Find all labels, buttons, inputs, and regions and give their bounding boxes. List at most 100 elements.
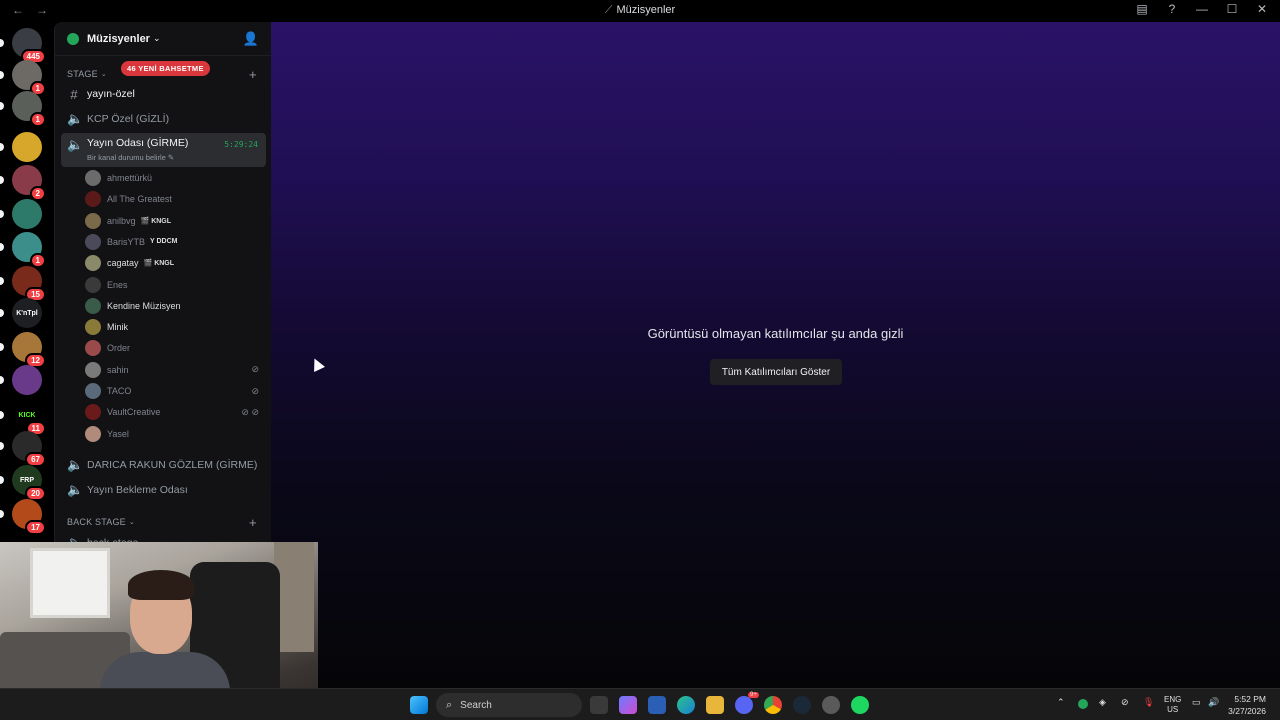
chevron-up-icon[interactable]: ⌃: [1057, 697, 1065, 708]
channel-back-stage[interactable]: 🔈 back-stage: [61, 532, 266, 542]
voice-user-name: Minik: [107, 322, 129, 333]
taskbar: ⌕ Search 9+ ⌃ ◈ ⊘ 🎙 ENG US ▭ 🔊 5:52 PM 3…: [0, 688, 1280, 720]
server-icon[interactable]: 67: [12, 431, 46, 467]
file-explorer-icon[interactable]: [706, 696, 724, 714]
language-indicator[interactable]: ENG US: [1164, 695, 1181, 715]
category-back-stage[interactable]: BACK STAGE ⌄ +: [67, 515, 257, 530]
taskbar-clock[interactable]: 5:52 PM 3/27/2026: [1228, 693, 1266, 717]
channel-yayin-ozel[interactable]: # yayın-özel: [61, 83, 266, 105]
guild-header[interactable]: Müzisyenler ⌄ 👤: [55, 22, 271, 56]
hash-icon: #: [70, 86, 78, 102]
voice-user[interactable]: All The Greatest: [85, 189, 265, 209]
server-icon[interactable]: [12, 365, 42, 395]
voice-user-name: Order: [107, 343, 131, 354]
spotify-icon[interactable]: [851, 696, 869, 714]
voice-user[interactable]: Enes: [85, 275, 265, 295]
help-icon[interactable]: ?: [1164, 2, 1180, 16]
clan-tag: 🎬 KNGL: [140, 217, 172, 225]
unread-pill: [0, 510, 4, 518]
chevron-down-icon: ⌄: [128, 519, 135, 526]
speaker-icon: 🔈: [67, 111, 84, 126]
channel-yayin-odasi[interactable]: 🔈 Yayın Odası (GİRME) 5:29:24 Bir kanal …: [61, 133, 266, 167]
invite-people-icon[interactable]: 👤: [243, 31, 259, 47]
server-icon[interactable]: KICK 11: [12, 400, 46, 436]
voice-user-name: Yasel: [107, 428, 129, 439]
bell-off-icon[interactable]: ⊘: [1121, 697, 1129, 708]
edge-icon[interactable]: [677, 696, 695, 714]
unread-pill: [0, 39, 4, 47]
server-icon[interactable]: 15: [12, 266, 46, 302]
voice-user[interactable]: Minik: [85, 317, 265, 337]
server-icon[interactable]: 1: [12, 60, 46, 96]
add-channel-icon[interactable]: +: [249, 67, 257, 82]
app-icon[interactable]: [822, 696, 840, 714]
server-icon[interactable]: 12: [12, 332, 46, 368]
server-icon[interactable]: 17: [12, 499, 46, 535]
channel-darica[interactable]: 🔈 DARICA RAKUN GÖZLEM (GİRME): [61, 454, 266, 476]
steam-tray-icon[interactable]: ◈: [1099, 697, 1106, 708]
category-stage[interactable]: STAGE ⌄ +: [67, 67, 257, 82]
voice-user[interactable]: anilbvg 🎬 KNGL: [85, 211, 265, 231]
mic-icon[interactable]: 🎙: [1143, 697, 1154, 708]
server-icon[interactable]: 1: [12, 232, 46, 268]
voice-user[interactable]: TACO ⊘: [85, 381, 265, 401]
voice-user[interactable]: Kendine Müzisyen: [85, 296, 265, 316]
discord-icon[interactable]: [735, 696, 753, 714]
voice-user[interactable]: ahmettürkü: [85, 168, 265, 188]
taskbar-search[interactable]: ⌕ Search: [436, 693, 582, 717]
server-icon[interactable]: 445: [12, 28, 46, 64]
avatar: [85, 319, 101, 336]
voice-user[interactable]: BarisYTB Y DDCM: [85, 232, 265, 252]
server-icon[interactable]: 1: [12, 91, 46, 127]
volume-icon[interactable]: 🔊: [1208, 697, 1219, 708]
channel-sidebar: Müzisyenler ⌄ 👤 STAGE ⌄ + 46 YENİ BAHSETM…: [54, 22, 271, 542]
close-icon[interactable]: ✕: [1254, 2, 1270, 16]
unread-badge: 17: [25, 520, 46, 535]
steam-icon[interactable]: [793, 696, 811, 714]
unread-pill: [0, 102, 4, 110]
voice-user-name: Enes: [107, 279, 128, 290]
server-icon[interactable]: FRP 20: [12, 465, 46, 501]
mention-pill[interactable]: 46 YENİ BAHSETME: [121, 61, 210, 76]
unread-pill: [0, 243, 4, 251]
task-view-icon[interactable]: [590, 696, 608, 714]
muted-icon: ⊘ ⊘: [241, 406, 259, 417]
maximize-icon[interactable]: ☐: [1224, 2, 1240, 16]
speaker-icon: 🔈: [67, 137, 84, 152]
inbox-icon[interactable]: ▤: [1134, 2, 1150, 16]
store-icon[interactable]: [648, 696, 666, 714]
server-icon[interactable]: 2: [12, 165, 46, 201]
server-icon[interactable]: [12, 132, 42, 162]
show-all-participants-button[interactable]: Tüm Katılımcıları Göster: [710, 359, 842, 385]
add-channel-icon[interactable]: +: [249, 515, 257, 530]
channel-kcp[interactable]: 🔈 KCP Özel (GİZLİ): [61, 108, 266, 130]
chrome-icon[interactable]: [764, 696, 782, 714]
windows-start-icon[interactable]: [410, 696, 428, 714]
voice-user[interactable]: Order: [85, 338, 265, 358]
speaker-icon: 🔈: [67, 535, 83, 542]
unread-pill: [0, 376, 4, 384]
server-label: K'nTpl: [16, 309, 38, 317]
avatar: [85, 383, 101, 399]
voice-user[interactable]: cagatay 🎬 KNGL: [85, 253, 265, 273]
server-icon[interactable]: [12, 199, 42, 229]
chevron-down-icon: ⌄: [100, 71, 107, 78]
server-label: KICK: [18, 411, 36, 419]
channel-status-prompt[interactable]: Bir kanal durumu belirle ✎: [87, 153, 174, 162]
server-list: 445 1 1 2 1 15 K'nTpl 12 KICK 11 67 FRP 20 17: [0, 22, 54, 542]
network-icon[interactable]: ▭: [1192, 697, 1201, 708]
server-icon[interactable]: K'nTpl: [12, 298, 42, 328]
speaker-icon: 🔈: [67, 457, 84, 472]
voice-user[interactable]: sahin ⊘: [85, 360, 265, 380]
minimize-icon[interactable]: —: [1194, 2, 1210, 16]
voice-user-name: cagatay: [107, 258, 139, 269]
voice-user-name: TACO: [107, 386, 132, 396]
muted-icon: ⊘: [251, 364, 259, 375]
voice-user[interactable]: Yasel: [85, 424, 265, 444]
avatar: [85, 361, 101, 378]
voice-user[interactable]: VaultCreative ⊘ ⊘: [85, 402, 265, 422]
unread-pill: [0, 309, 4, 317]
channel-bekleme[interactable]: 🔈 Yayın Bekleme Odası: [61, 479, 266, 501]
status-dot-icon[interactable]: [1078, 699, 1088, 709]
copilot-icon[interactable]: [619, 696, 637, 714]
